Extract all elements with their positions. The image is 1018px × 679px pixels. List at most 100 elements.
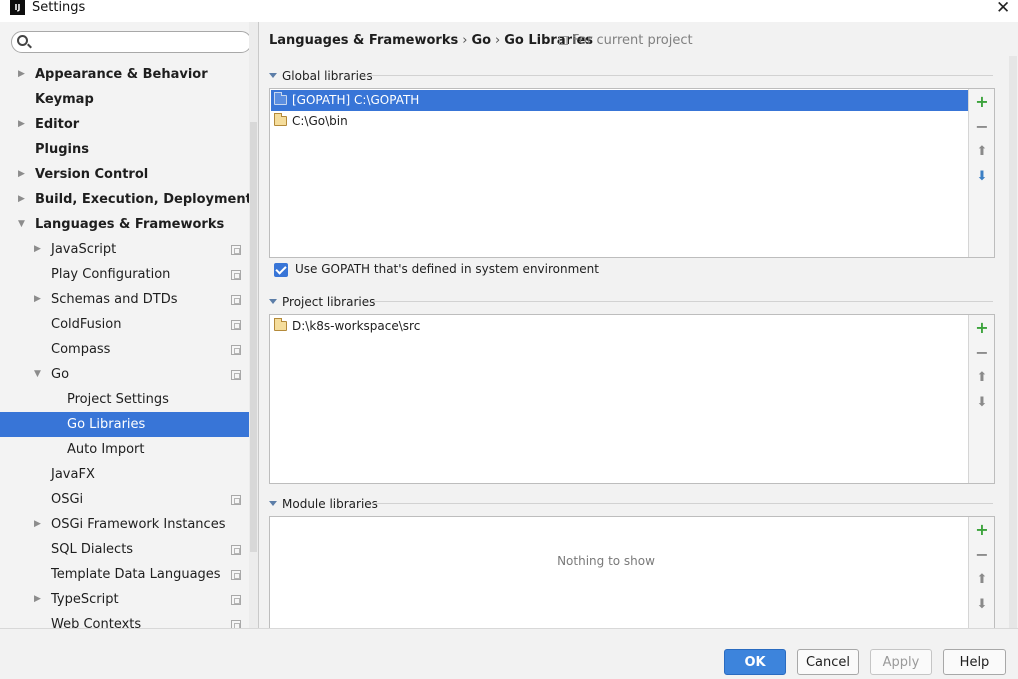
sidebar-item[interactable]: ▶ TypeScript <box>0 587 259 612</box>
global-libraries-toolbar: + − ⬆ ⬇ <box>968 89 994 257</box>
sidebar-item-label: Languages & Frameworks <box>35 217 225 232</box>
cancel-button[interactable]: Cancel <box>797 649 859 675</box>
collapsed-arrow-icon[interactable]: ▶ <box>18 112 25 137</box>
expanded-arrow-icon[interactable]: ▼ <box>18 212 25 237</box>
project-libraries-toolbar: + − ⬆ ⬇ <box>968 315 994 483</box>
sidebar-item[interactable]: ▶ Appearance & Behavior <box>0 62 259 87</box>
library-path: [GOPATH] C:\GOPATH <box>292 93 420 107</box>
add-icon[interactable]: + <box>975 522 989 538</box>
move-down-icon[interactable]: ⬇ <box>975 170 989 184</box>
help-button[interactable]: Help <box>943 649 1006 675</box>
add-icon[interactable]: + <box>975 320 989 336</box>
module-libraries-toolbar: + − ⬆ ⬇ <box>968 517 994 629</box>
search-box[interactable] <box>11 31 252 53</box>
empty-list-text: Nothing to show <box>557 554 655 568</box>
sidebar-item[interactable]: ▶ Editor <box>0 112 259 137</box>
collapsed-arrow-icon[interactable]: ▶ <box>34 287 41 312</box>
collapsed-arrow-icon[interactable]: ▶ <box>34 587 41 612</box>
move-up-icon[interactable]: ⬆ <box>975 371 989 385</box>
add-icon[interactable]: + <box>975 94 989 110</box>
global-libraries-panel: [GOPATH] C:\GOPATH C:\Go\bin + − ⬆ ⬇ <box>269 88 995 258</box>
sidebar-scrollbar-thumb[interactable] <box>250 122 257 552</box>
project-level-icon <box>231 245 241 255</box>
sidebar-item[interactable]: OSGi <box>0 487 259 512</box>
move-up-icon[interactable]: ⬆ <box>975 573 989 587</box>
search-input[interactable] <box>34 34 244 50</box>
project-libraries-list[interactable]: D:\k8s-workspace\src <box>270 315 968 483</box>
sidebar-item[interactable]: Web Contexts <box>0 612 259 628</box>
sidebar-item[interactable]: Go Libraries <box>0 412 259 437</box>
project-level-icon <box>231 270 241 280</box>
module-libraries-panel: Nothing to show + − ⬆ ⬇ <box>269 516 995 629</box>
breadcrumb-item: Languages & Frameworks <box>269 33 459 48</box>
sidebar-item[interactable]: ▼ Go <box>0 362 259 387</box>
project-level-icon <box>231 295 241 305</box>
sidebar-item[interactable]: Compass <box>0 337 259 362</box>
sidebar-item[interactable]: SQL Dialects <box>0 537 259 562</box>
project-level-icon <box>231 345 241 355</box>
move-down-icon[interactable]: ⬇ <box>975 598 989 612</box>
remove-icon[interactable]: − <box>975 345 989 361</box>
sidebar-item-label: Go Libraries <box>67 417 146 432</box>
sidebar-item[interactable]: Keymap <box>0 87 259 112</box>
breadcrumb-separator: › <box>462 33 468 48</box>
main-panel: Languages & Frameworks › Go › Go Libraries F… <box>259 22 1018 629</box>
collapsed-arrow-icon[interactable]: ▶ <box>34 237 41 262</box>
library-path: D:\k8s-workspace\src <box>292 319 421 333</box>
sidebar-item-label: OSGi <box>51 492 84 507</box>
sidebar-item-label: Editor <box>35 117 80 132</box>
apply-button[interactable]: Apply <box>870 649 932 675</box>
sidebar-item-label: Appearance & Behavior <box>35 67 208 82</box>
list-item[interactable]: D:\k8s-workspace\src <box>271 316 968 337</box>
sidebar-item[interactable]: ▶ Version Control <box>0 162 259 187</box>
sidebar-item[interactable]: JavaFX <box>0 462 259 487</box>
module-libraries-header[interactable]: Module libraries <box>269 497 378 511</box>
sidebar-item[interactable]: ▶ Build, Execution, Deployment <box>0 187 259 212</box>
sidebar-item[interactable]: ▼ Languages & Frameworks <box>0 212 259 237</box>
global-libraries-list[interactable]: [GOPATH] C:\GOPATH C:\Go\bin <box>270 89 968 257</box>
sidebar-item[interactable]: Auto Import <box>0 437 259 462</box>
collapsed-arrow-icon[interactable]: ▶ <box>18 162 25 187</box>
expanded-arrow-icon[interactable]: ▼ <box>34 362 41 387</box>
project-level-icon <box>231 370 241 380</box>
title-bar: IJ Settings ✕ <box>0 0 1018 22</box>
sidebar-item-label: JavaScript <box>51 242 117 257</box>
close-icon[interactable]: ✕ <box>996 0 1010 18</box>
sidebar-item-label: Web Contexts <box>51 617 142 628</box>
breadcrumb-separator: › <box>495 33 501 48</box>
collapsed-arrow-icon[interactable]: ▶ <box>18 62 25 87</box>
list-item[interactable]: [GOPATH] C:\GOPATH <box>271 90 968 111</box>
sidebar-item[interactable]: ▶ Schemas and DTDs <box>0 287 259 312</box>
separator-line <box>371 301 993 302</box>
sidebar-item[interactable]: Plugins <box>0 137 259 162</box>
move-down-icon[interactable]: ⬇ <box>975 396 989 410</box>
remove-icon[interactable]: − <box>975 119 989 135</box>
collapsed-arrow-icon[interactable]: ▶ <box>18 187 25 212</box>
use-gopath-checkbox[interactable] <box>274 263 288 277</box>
ok-button[interactable]: OK <box>724 649 786 675</box>
sidebar-item-label: Project Settings <box>67 392 169 407</box>
project-libraries-title: Project libraries <box>282 295 376 309</box>
move-up-icon[interactable]: ⬆ <box>975 145 989 159</box>
sidebar-item[interactable]: Project Settings <box>0 387 259 412</box>
breadcrumb: Languages & Frameworks › Go › Go Libraries <box>269 33 593 48</box>
module-libraries-list[interactable]: Nothing to show <box>270 517 968 629</box>
sidebar-scrollbar[interactable] <box>249 22 258 628</box>
sidebar-item[interactable]: ▶ OSGi Framework Instances <box>0 512 259 537</box>
global-libraries-header[interactable]: Global libraries <box>269 69 373 83</box>
sidebar-item[interactable]: Play Configuration <box>0 262 259 287</box>
project-level-icon <box>231 320 241 330</box>
remove-icon[interactable]: − <box>975 547 989 563</box>
list-item[interactable]: C:\Go\bin <box>271 111 968 132</box>
sidebar-item[interactable]: ▶ JavaScript <box>0 237 259 262</box>
collapse-triangle-icon <box>269 299 277 304</box>
project-level-icon <box>231 570 241 580</box>
sidebar-item[interactable]: ColdFusion <box>0 312 259 337</box>
main-scrollbar[interactable] <box>1009 56 1017 628</box>
sidebar-item[interactable]: Template Data Languages <box>0 562 259 587</box>
folder-icon <box>274 318 287 331</box>
sidebar-item-label: Schemas and DTDs <box>51 292 178 307</box>
collapsed-arrow-icon[interactable]: ▶ <box>34 512 41 537</box>
project-libraries-header[interactable]: Project libraries <box>269 295 375 309</box>
dialog-button-bar: OK Cancel Apply Help <box>0 628 1018 679</box>
